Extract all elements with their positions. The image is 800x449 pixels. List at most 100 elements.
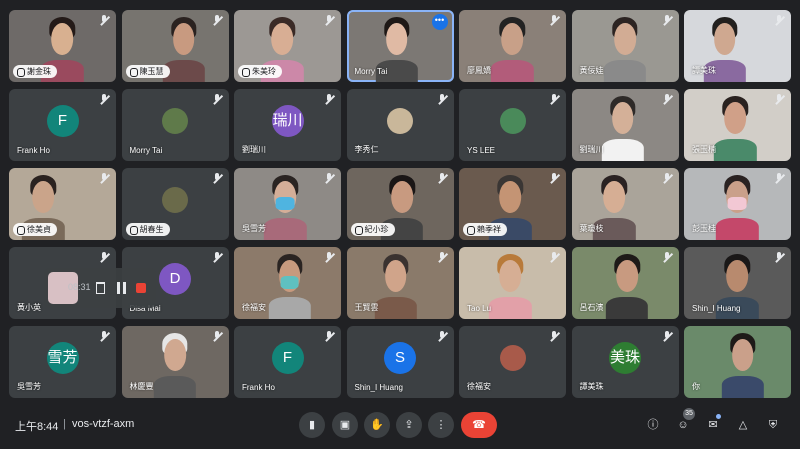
participant-tile[interactable]: 瑞川 劉瑞川 — [234, 89, 341, 161]
host-controls-button[interactable]: ⛨ — [760, 412, 786, 438]
participant-tile[interactable]: 葉瓊枝 — [571, 168, 679, 240]
participant-avatar: 美珠 — [609, 341, 641, 374]
stop-icon[interactable] — [136, 283, 146, 293]
participant-avatar — [162, 107, 188, 134]
mic-muted-icon — [436, 252, 448, 264]
participant-tile[interactable]: 廖鳳嬌 — [459, 10, 566, 82]
mic-muted-icon — [98, 173, 110, 185]
chat-button[interactable]: ✉ — [700, 412, 726, 438]
participant-name: Shin_I Huang — [354, 383, 403, 392]
participant-tile[interactable]: S Shin_I Huang — [346, 326, 454, 398]
people-icon: ☺ — [677, 419, 689, 431]
participant-tile[interactable]: 王賢雲 — [346, 247, 454, 319]
participant-tile[interactable]: 陳玉慧 — [121, 10, 229, 82]
participant-name: 林慶豐 — [129, 382, 154, 391]
participant-name: Morry Tai — [129, 146, 163, 155]
participant-avatar: S — [384, 341, 416, 374]
participant-tile[interactable]: 譚美珠 — [684, 10, 791, 82]
chat-notification-dot — [716, 414, 721, 419]
participant-name: 吳雪芳 — [17, 382, 41, 391]
activities-icon: △ — [738, 419, 748, 431]
more-options-button[interactable]: ⋮ — [428, 412, 454, 438]
mic-muted-icon — [211, 15, 223, 27]
participant-tile[interactable]: Morry Tai — [121, 89, 229, 161]
participant-name: 徐福安 — [242, 303, 266, 312]
participant-tile[interactable]: 謝金珠 — [9, 10, 116, 82]
participant-video — [599, 89, 646, 161]
leave-call-button[interactable]: ☎ — [461, 412, 497, 438]
participant-tile[interactable]: 劉瑞川 — [571, 89, 679, 161]
mic-muted-icon — [436, 331, 448, 343]
participant-video — [714, 168, 761, 240]
mic-muted-icon — [773, 173, 785, 185]
participant-tile[interactable]: 朱美玲 — [234, 10, 341, 82]
mic-muted-icon — [323, 94, 335, 106]
mic-muted-icon — [98, 252, 110, 264]
mic-muted-icon — [548, 331, 560, 343]
participant-avatar — [499, 344, 526, 371]
participant-grid: 謝金珠 陳玉慧 朱美玲 ••• Morry Tai 廖鳳嬌 黃佞娃 譚美珠 F Frank Ho M… — [0, 0, 800, 400]
participant-tile[interactable]: 呂石濱 — [571, 247, 679, 319]
participant-tile[interactable]: F Frank Ho — [9, 89, 116, 161]
participant-tile[interactable]: 賴季祥 — [459, 168, 566, 240]
trash-icon[interactable] — [96, 282, 105, 294]
participant-name: Morry Tai — [354, 67, 388, 76]
participant-tile[interactable]: 徐福安 — [234, 247, 341, 319]
participant-name: 吳雪芳 — [242, 224, 266, 233]
meeting-details-button[interactable]: ⓘ — [640, 412, 666, 438]
participant-avatar — [162, 186, 188, 213]
participant-tile[interactable]: ••• Morry Tai — [346, 10, 454, 82]
present-icon: ⇪ — [404, 419, 414, 431]
activities-button[interactable]: △ — [730, 412, 756, 438]
participant-tile[interactable]: 美珠 譚美珠 — [571, 326, 679, 398]
mic-muted-icon — [548, 15, 560, 27]
mic-icon: ▮ — [308, 419, 316, 431]
mic-muted-icon — [323, 331, 335, 343]
mic-muted-icon — [548, 94, 560, 106]
mic-muted-icon — [98, 331, 110, 343]
camera-button[interactable]: ▣ — [332, 412, 358, 438]
participant-tile[interactable]: 雪芳 吳雪芳 — [9, 326, 116, 398]
participant-name: Shin_I Huang — [692, 304, 741, 313]
participant-tile[interactable]: 吳雪芳 — [234, 168, 341, 240]
participant-video — [372, 247, 419, 319]
more-icon: ⋮ — [435, 419, 447, 431]
participant-tile[interactable]: Shin_I Huang — [684, 247, 791, 319]
participant-avatar: 瑞川 — [271, 104, 304, 137]
info-icon: ⓘ — [647, 419, 659, 431]
meeting-clock: 上午8:44 — [15, 421, 59, 433]
participant-name: 徐美貞 — [13, 223, 57, 236]
participant-tile[interactable]: 黃佞娃 — [571, 10, 679, 82]
participant-tile[interactable]: 胡春生 — [121, 168, 229, 240]
participant-video — [489, 10, 536, 82]
participant-tile[interactable]: 紀小珍 — [346, 168, 454, 240]
participant-tile[interactable]: 李秀仁 — [346, 89, 454, 161]
participant-tile[interactable]: 徐福安 — [459, 326, 566, 398]
mic-muted-icon — [661, 94, 673, 106]
mic-muted-icon — [548, 173, 560, 185]
participant-name: 你 — [692, 382, 700, 391]
more-options-icon[interactable]: ••• — [431, 14, 448, 30]
participant-name: 朱美玲 — [238, 65, 282, 78]
mic-button[interactable]: ▮ — [299, 412, 325, 438]
mic-muted-icon — [773, 15, 785, 27]
participant-name: Tao Lu — [467, 304, 492, 313]
participant-tile[interactable]: 你 — [684, 326, 791, 398]
participant-tile[interactable]: 彭玉桂 — [684, 168, 791, 240]
raise-hand-button[interactable]: ✋ — [364, 412, 390, 438]
participant-tile[interactable]: Tao Lu — [459, 247, 566, 319]
mic-muted-icon — [98, 94, 110, 106]
participant-tile[interactable]: YS LEE — [459, 89, 566, 161]
participant-tile[interactable]: 林慶豐 — [121, 326, 229, 398]
participant-video — [712, 89, 759, 161]
mic-muted-icon — [211, 173, 223, 185]
participant-tile[interactable]: 徐美貞 — [9, 168, 116, 240]
participant-name: 彭玉桂 — [692, 224, 716, 233]
pause-icon[interactable] — [117, 282, 126, 294]
participant-tile[interactable]: 張玉楠 — [684, 89, 791, 161]
present-button[interactable]: ⇪ — [396, 412, 422, 438]
participant-name: 譚美珠 — [579, 382, 604, 391]
hang-up-icon: ☎ — [472, 419, 486, 431]
recording-timer: 08:31 — [68, 282, 91, 292]
participant-tile[interactable]: F Frank Ho — [234, 326, 341, 398]
